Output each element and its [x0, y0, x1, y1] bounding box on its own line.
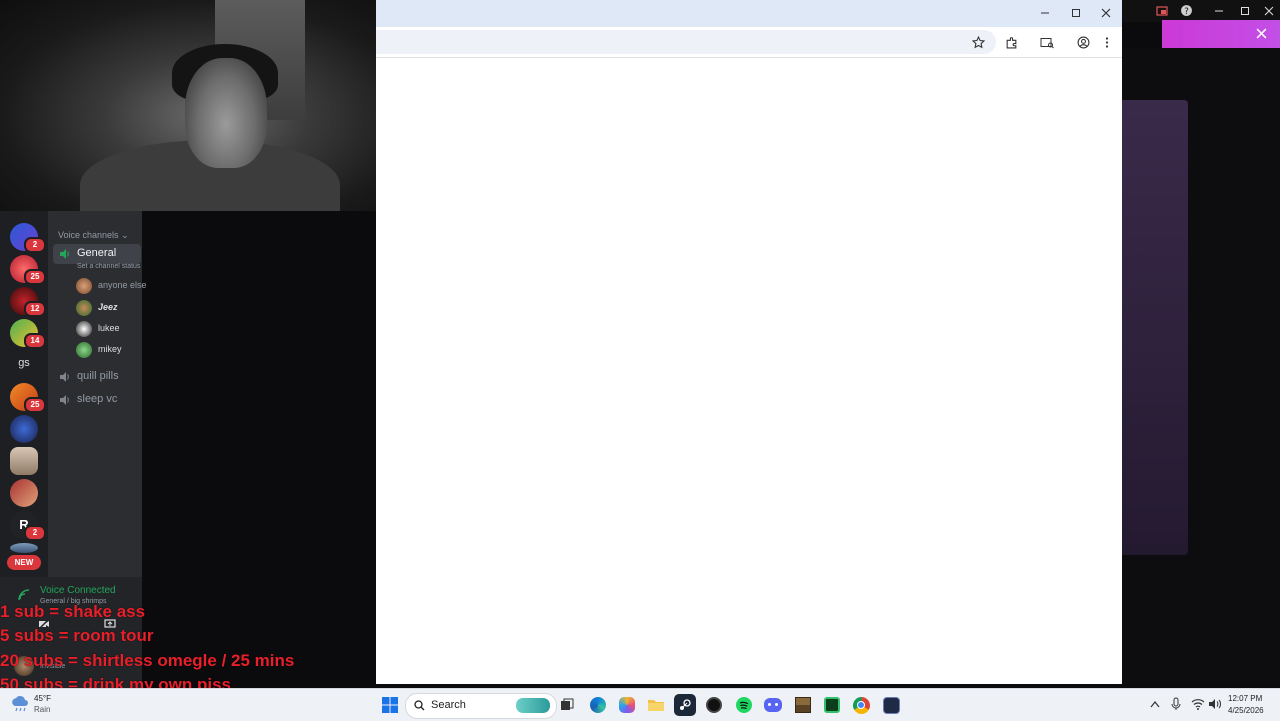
app-icon-green[interactable]: [821, 694, 843, 716]
server-badge-1: 2: [24, 237, 46, 253]
server-badge-5: 25: [24, 397, 46, 413]
speaker-icon: [60, 395, 69, 405]
minecraft-icon[interactable]: [792, 694, 814, 716]
weather-condition[interactable]: Rain: [34, 705, 50, 714]
webcam-feed: [0, 0, 376, 211]
background-app-titlebar: ?: [1122, 0, 1280, 22]
app-icon-black[interactable]: [703, 694, 725, 716]
server-icon-6[interactable]: [10, 415, 38, 443]
server-icon-8[interactable]: [10, 479, 38, 507]
spotify-icon[interactable]: [733, 694, 755, 716]
speaker-icon: [60, 372, 69, 382]
steam-icon[interactable]: [674, 694, 696, 716]
server-badge-2: 25: [24, 269, 46, 285]
goal-line: 1 sub = shake ass: [0, 602, 146, 621]
webcam-face: [185, 58, 267, 168]
search-highlight-image: [516, 698, 550, 713]
weather-rain-icon[interactable]: [10, 696, 30, 714]
avatar: [76, 342, 92, 358]
page-content[interactable]: [376, 58, 1122, 684]
server-badge-4: 14: [24, 333, 46, 349]
search-icon: [414, 700, 425, 711]
new-servers-pill[interactable]: NEW: [7, 555, 41, 570]
goal-line: 5 subs = room tour: [0, 626, 154, 645]
clock-date[interactable]: 4/25/2026: [1228, 706, 1264, 715]
minimize-icon[interactable]: [1035, 4, 1055, 22]
cast-icon[interactable]: [1156, 5, 1168, 17]
address-bar[interactable]: [376, 30, 996, 54]
signal-icon[interactable]: [18, 589, 30, 601]
media-cast-icon[interactable]: [1036, 31, 1058, 53]
voice-channel-general[interactable]: General: [53, 244, 141, 264]
avatar: [76, 300, 92, 316]
clock-time[interactable]: 12:07 PM: [1228, 694, 1262, 703]
help-icon[interactable]: ?: [1180, 4, 1193, 17]
file-explorer-icon[interactable]: [645, 694, 667, 716]
voice-channels-header[interactable]: Voice channels ⌄: [58, 230, 129, 241]
server-icon-10[interactable]: [10, 543, 38, 553]
chrome-icon[interactable]: [850, 694, 872, 716]
speaker-icon: [60, 249, 69, 259]
task-view-icon[interactable]: [556, 694, 578, 716]
close-icon[interactable]: [1096, 4, 1116, 22]
chevron-down-icon: ⌄: [121, 230, 129, 240]
maximize-icon[interactable]: [1240, 6, 1250, 16]
search-label: Search: [431, 699, 466, 711]
menu-kebab-icon[interactable]: [1096, 31, 1118, 53]
minimize-icon[interactable]: [1214, 6, 1224, 16]
maximize-icon[interactable]: [1066, 4, 1086, 22]
bookmark-star-icon[interactable]: [967, 31, 989, 53]
chrome-window: [376, 0, 1122, 684]
avatar: [76, 278, 92, 294]
notification-banner: [1162, 20, 1280, 48]
extensions-icon[interactable]: [1000, 31, 1022, 53]
channel-name: General: [77, 247, 117, 259]
copilot-icon[interactable]: [616, 694, 638, 716]
goal-line: 20 subs = shirtless omegle / 25 mins: [0, 651, 295, 670]
chrome-titlebar[interactable]: [376, 0, 1122, 27]
avatar: [76, 321, 92, 337]
profile-icon[interactable]: [1072, 31, 1094, 53]
windows-taskbar: 45°F Rain Search 12:07 PM 4/25/2026: [0, 688, 1280, 721]
weather-temp[interactable]: 45°F: [34, 694, 51, 703]
background-app-panel: [1122, 100, 1188, 555]
voice-channel-quill-pills[interactable]: quill pills: [53, 367, 141, 387]
voice-connected-label: Voice Connected: [40, 585, 116, 596]
app-icon-dark[interactable]: [880, 694, 902, 716]
close-icon[interactable]: [1264, 6, 1274, 16]
server-badge-6: 2: [24, 525, 46, 541]
close-icon[interactable]: [1256, 28, 1267, 39]
edge-browser-icon[interactable]: [587, 694, 609, 716]
server-icon-gs[interactable]: gs: [10, 357, 38, 369]
volume-icon[interactable]: [1208, 698, 1222, 710]
chrome-toolbar: [376, 27, 1122, 58]
taskbar-search[interactable]: Search: [405, 693, 557, 719]
svg-text:?: ?: [1184, 7, 1189, 17]
wifi-icon[interactable]: [1191, 698, 1205, 710]
channel-status[interactable]: Set a channel status: [77, 263, 141, 270]
discord-icon[interactable]: [762, 694, 784, 716]
voice-channel-sleep-vc[interactable]: sleep vc: [53, 390, 141, 410]
windows-start-icon[interactable]: [379, 694, 401, 716]
microphone-icon[interactable]: [1171, 697, 1181, 711]
chevron-up-icon[interactable]: [1150, 700, 1160, 708]
server-icon-7[interactable]: [10, 447, 38, 475]
server-badge-3: 12: [24, 301, 46, 317]
